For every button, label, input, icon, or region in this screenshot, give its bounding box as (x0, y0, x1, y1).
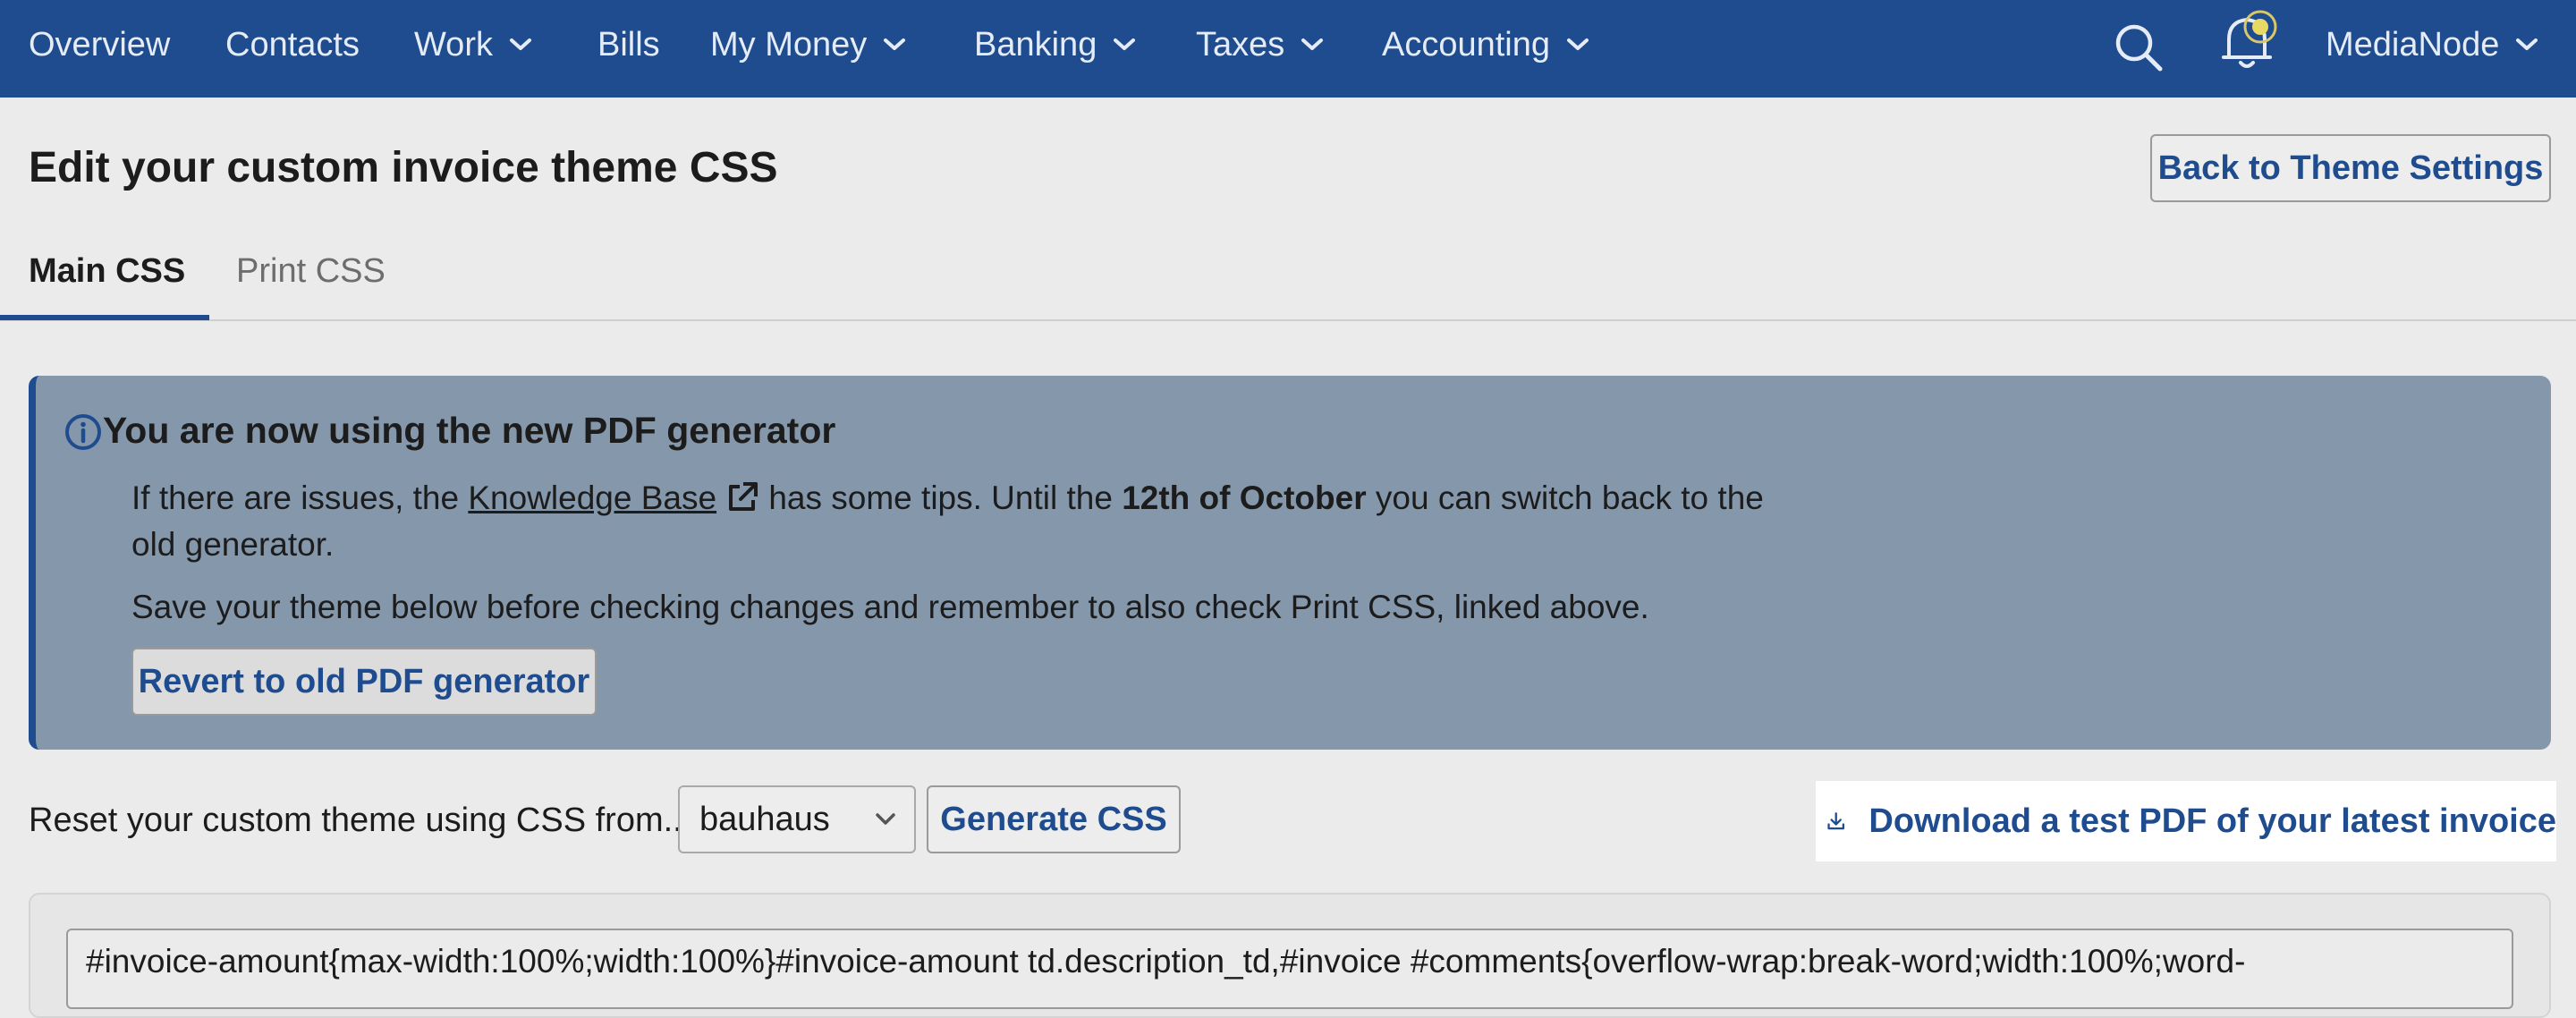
knowledge-base-link[interactable]: Knowledge Base (468, 479, 716, 516)
nav-accounting-label: Accounting (1382, 25, 1551, 64)
account-name: MediaNode (2326, 25, 2500, 64)
nav-contacts[interactable]: Contacts (225, 0, 360, 89)
chevron-down-icon (509, 38, 531, 50)
notice-title: You are now using the new PDF generator (103, 410, 836, 451)
external-link-icon[interactable] (725, 480, 759, 514)
reset-theme-label: Reset your custom theme using CSS from..… (29, 802, 692, 839)
nav-my-money[interactable]: My Money (710, 0, 906, 89)
nav-work-label: Work (414, 25, 493, 64)
nav-contacts-label: Contacts (225, 25, 360, 64)
tab-main-css[interactable]: Main CSS (29, 252, 185, 291)
notice-line-2: old generator. (131, 526, 335, 563)
nav-banking[interactable]: Banking (974, 0, 1136, 89)
search-icon[interactable] (2113, 21, 2165, 73)
notice-date: 12th of October (1122, 479, 1367, 516)
theme-select-value: bauhaus (699, 800, 830, 838)
active-tab-indicator (0, 315, 209, 320)
notice-line-3: Save your theme below before checking ch… (131, 589, 1649, 625)
nav-work[interactable]: Work (414, 0, 532, 89)
back-to-theme-settings-button[interactable]: Back to Theme Settings (2150, 134, 2551, 202)
notice-text-segment: If there are issues, the (131, 479, 469, 516)
generate-css-button[interactable]: Generate CSS (927, 785, 1181, 853)
nav-overview[interactable]: Overview (29, 0, 170, 89)
nav-overview-label: Overview (29, 25, 171, 64)
chevron-down-icon (1301, 38, 1324, 50)
top-navigation: Overview Contacts Work Bills My Money Ba… (0, 0, 2576, 98)
nav-bills[interactable]: Bills (597, 0, 660, 89)
theme-select[interactable]: bauhaus (678, 785, 916, 853)
revert-pdf-generator-button[interactable]: Revert to old PDF generator (131, 648, 597, 716)
download-link-label: Download a test PDF of your latest invoi… (1868, 802, 2556, 840)
chevron-down-icon (1114, 38, 1136, 50)
chevron-down-icon (884, 38, 906, 50)
nav-banking-label: Banking (974, 25, 1097, 64)
chevron-down-icon (876, 813, 895, 825)
notice-text-segment: has some tips. Until the (759, 479, 1123, 516)
page-title: Edit your custom invoice theme CSS (29, 144, 778, 191)
nav-bills-label: Bills (597, 25, 660, 64)
tab-print-css[interactable]: Print CSS (236, 252, 386, 291)
chevron-down-icon (1567, 38, 1589, 50)
notice-text-segment: you can switch back to the (1366, 479, 1764, 516)
nav-taxes-label: Taxes (1196, 25, 1285, 64)
css-code-editor[interactable]: #invoice-amount{max-width:100%;width:100… (66, 929, 2513, 1009)
nav-taxes[interactable]: Taxes (1196, 0, 1324, 89)
bell-icon[interactable] (2216, 5, 2281, 73)
nav-accounting[interactable]: Accounting (1382, 0, 1589, 89)
info-icon (65, 414, 101, 450)
download-test-pdf-link[interactable]: Download a test PDF of your latest invoi… (1816, 781, 2556, 861)
tabs-divider (0, 319, 2576, 321)
account-menu[interactable]: MediaNode (2326, 0, 2538, 89)
download-icon (1827, 812, 1845, 830)
nav-my-money-label: My Money (710, 25, 868, 64)
chevron-down-icon (2516, 38, 2538, 50)
notice-line-1: If there are issues, the Knowledge Base … (131, 479, 1764, 517)
